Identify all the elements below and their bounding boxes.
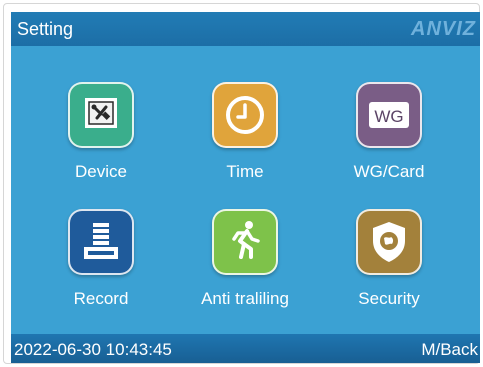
device-icon	[68, 82, 134, 148]
menu-item-label: Anti traliling	[201, 289, 289, 308]
running-person-icon	[212, 209, 278, 275]
wg-card-icon: WG	[356, 82, 422, 148]
menu-item-label: Device	[75, 162, 127, 181]
header-bar: Setting ANVIZ	[11, 12, 480, 46]
menu-item-label: Record	[73, 289, 129, 308]
screen: Setting ANVIZ Device Time WG WG/Card Rec…	[11, 12, 480, 363]
menu-item-security[interactable]: Security	[324, 209, 454, 319]
menu-item-wg-card[interactable]: WG WG/Card	[324, 82, 454, 192]
record-icon	[68, 209, 134, 275]
shield-icon	[356, 209, 422, 275]
menu-item-label: Security	[358, 289, 420, 308]
footer-bar: 2022-06-30 10:43:45 M/Back	[11, 334, 480, 363]
menu-item-label: WG/Card	[353, 162, 425, 181]
clock-icon	[212, 82, 278, 148]
menu-item-label: Time	[226, 162, 264, 181]
brand-logo: ANVIZ	[411, 18, 476, 40]
back-button[interactable]: M/Back	[421, 340, 478, 359]
menu-item-record[interactable]: Record	[36, 209, 166, 319]
page-title: Setting	[17, 19, 74, 39]
menu-item-device[interactable]: Device	[36, 82, 166, 192]
menu-item-anti-traliling[interactable]: Anti traliling	[180, 209, 310, 319]
datetime-display: 2022-06-30 10:43:45	[14, 340, 172, 359]
device-frame: Setting ANVIZ Device Time WG WG/Card Rec…	[3, 3, 480, 364]
menu-item-time[interactable]: Time	[180, 82, 310, 192]
wg-card-icon-text: WG	[374, 107, 403, 126]
